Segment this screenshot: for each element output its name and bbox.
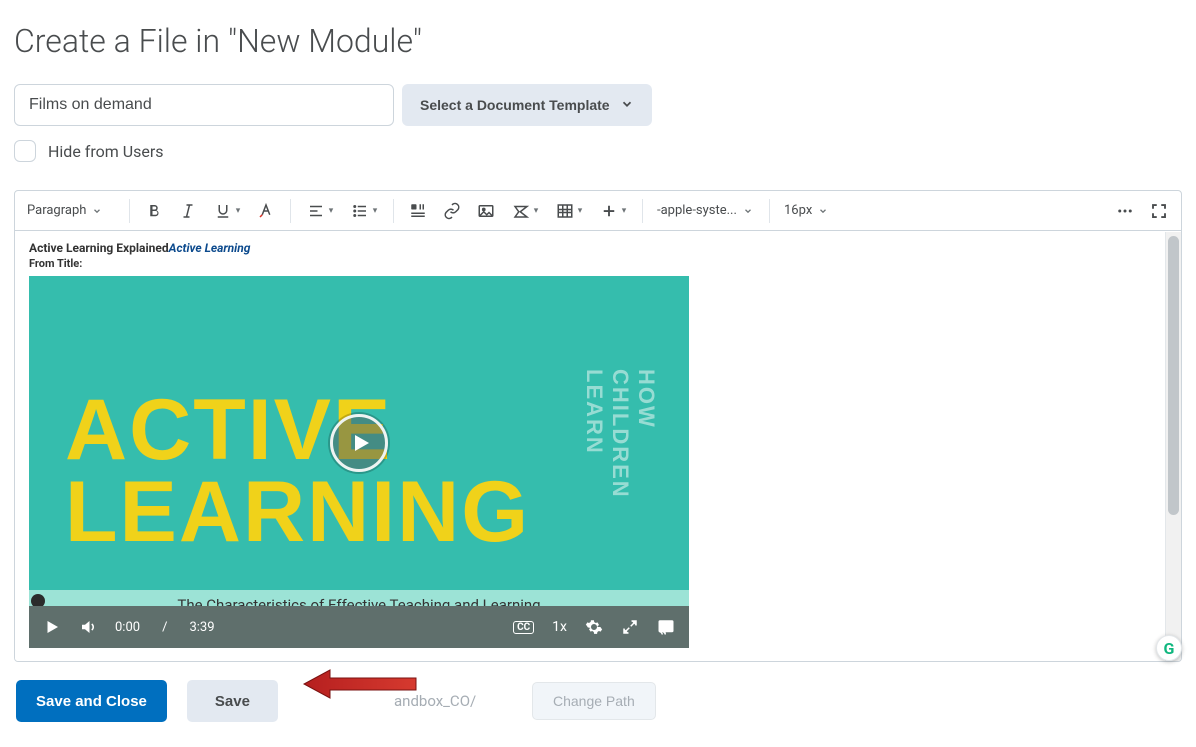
table-button[interactable]: ▾ xyxy=(548,195,590,227)
from-title-label: From Title: xyxy=(29,257,689,270)
insert-stuff-button[interactable] xyxy=(402,195,434,227)
playback-speed-button[interactable]: 1x xyxy=(552,619,567,635)
link-button[interactable] xyxy=(436,195,468,227)
embedded-video: ACTIVE LEARNING HOW CHILDREN LEARN The C… xyxy=(29,276,689,648)
editor-content-area[interactable]: Active Learning ExplainedActive Learning… xyxy=(15,231,1181,661)
segment-link[interactable]: Active Learning xyxy=(169,241,251,255)
font-size-select[interactable]: 16px xyxy=(778,196,846,226)
select-template-button[interactable]: Select a Document Template xyxy=(402,84,652,126)
align-button[interactable]: ▾ xyxy=(299,195,341,227)
duration-time: 3:39 xyxy=(189,620,214,635)
select-template-label: Select a Document Template xyxy=(420,97,610,113)
video-side-text: HOW CHILDREN LEARN xyxy=(581,369,659,555)
video-title-text: ACTIVE LEARNING xyxy=(65,390,530,553)
save-and-close-button[interactable]: Save and Close xyxy=(16,680,167,722)
list-button[interactable]: ▾ xyxy=(343,195,385,227)
page-title: Create a File in "New Module" xyxy=(14,22,1182,60)
chevron-down-icon xyxy=(620,97,634,114)
equation-button[interactable]: ▾ xyxy=(504,195,546,227)
font-family-select[interactable]: -apple-syste... xyxy=(651,196,761,226)
current-time: 0:00 xyxy=(115,620,140,635)
save-button[interactable]: Save xyxy=(187,680,278,722)
fullscreen-button[interactable] xyxy=(1143,195,1175,227)
italic-button[interactable] xyxy=(172,195,204,227)
editor-scrollbar[interactable] xyxy=(1165,232,1181,661)
paragraph-style-select[interactable]: Paragraph xyxy=(21,196,121,226)
cast-icon[interactable] xyxy=(657,618,675,636)
captions-button[interactable]: CC xyxy=(513,621,534,634)
play-button[interactable] xyxy=(330,414,388,472)
underline-button[interactable]: ▾ xyxy=(206,195,248,227)
more-actions-button[interactable] xyxy=(1109,195,1141,227)
grammarly-badge-icon[interactable]: G xyxy=(1156,635,1182,661)
scrollbar-thumb[interactable] xyxy=(1168,236,1179,515)
bold-button[interactable] xyxy=(138,195,170,227)
segment-heading: Active Learning ExplainedActive Learning xyxy=(29,241,689,255)
more-insert-button[interactable]: ▾ xyxy=(592,195,634,227)
change-path-button[interactable]: Change Path xyxy=(532,682,656,720)
volume-icon[interactable] xyxy=(79,618,97,636)
image-button[interactable] xyxy=(470,195,502,227)
font-color-button[interactable] xyxy=(250,195,282,227)
editor-toolbar: Paragraph ▾ ▾ ▾ ▾ ▾ ▾ -apple-syste... xyxy=(15,191,1181,231)
hide-from-users-label: Hide from Users xyxy=(48,142,164,161)
file-title-input[interactable] xyxy=(14,84,394,126)
play-control-icon[interactable] xyxy=(43,618,61,636)
hide-from-users-checkbox[interactable] xyxy=(14,140,36,162)
path-fragment: andbox_CO/ xyxy=(394,692,476,710)
rich-text-editor: Paragraph ▾ ▾ ▾ ▾ ▾ ▾ -apple-syste... xyxy=(14,190,1182,662)
expand-icon[interactable] xyxy=(621,618,639,636)
settings-gear-icon[interactable] xyxy=(585,618,603,636)
video-controls: 0:00 / 3:39 CC 1x xyxy=(29,606,689,648)
